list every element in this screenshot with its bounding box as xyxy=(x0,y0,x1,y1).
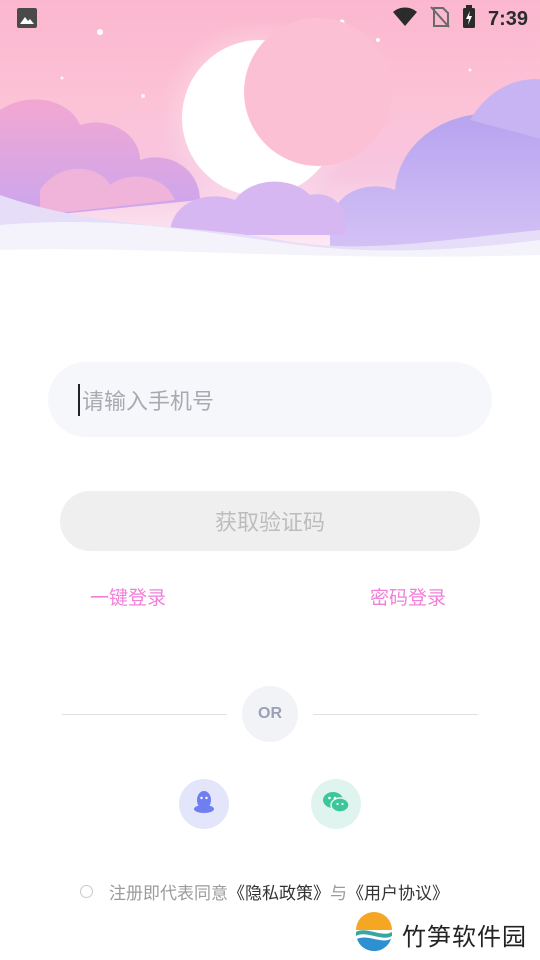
privacy-policy-link[interactable]: 《隐私政策》 xyxy=(228,879,330,904)
wechat-login-button[interactable] xyxy=(311,779,361,829)
qq-icon xyxy=(193,790,215,818)
moon-clouds-illustration xyxy=(0,18,540,290)
qq-login-button[interactable] xyxy=(179,779,229,829)
watermark: 竹笋软件园 xyxy=(354,912,527,956)
status-time: 7:39 xyxy=(487,7,528,30)
phone-input[interactable]: 请输入手机号 xyxy=(48,362,492,437)
image-icon xyxy=(16,7,38,29)
wifi-icon xyxy=(392,7,418,31)
password-login-link[interactable]: 密码登录 xyxy=(370,583,446,610)
divider-left xyxy=(62,714,227,715)
wechat-icon xyxy=(322,790,350,818)
get-code-button[interactable]: 获取验证码 xyxy=(60,491,480,551)
watermark-logo-icon xyxy=(354,912,394,956)
agreement-row: 注册即代表同意 《隐私政策》 与 《用户协议》 xyxy=(80,879,449,904)
agreement-prefix: 注册即代表同意 xyxy=(109,884,228,904)
status-bar: 7:39 xyxy=(0,0,540,36)
header-illustration xyxy=(0,0,540,290)
battery-charging-icon xyxy=(462,5,476,33)
phone-input-placeholder: 请输入手机号 xyxy=(82,389,215,415)
or-badge: OR xyxy=(242,686,298,742)
text-caret xyxy=(78,383,80,416)
one-click-login-link[interactable]: 一键登录 xyxy=(90,583,166,610)
agreement-checkbox[interactable] xyxy=(80,885,93,898)
divider-right xyxy=(313,714,478,715)
watermark-text: 竹笋软件园 xyxy=(402,922,527,951)
terms-link[interactable]: 《用户协议》 xyxy=(347,879,449,904)
no-sim-icon xyxy=(430,6,450,32)
agreement-connector: 与 xyxy=(330,884,347,904)
